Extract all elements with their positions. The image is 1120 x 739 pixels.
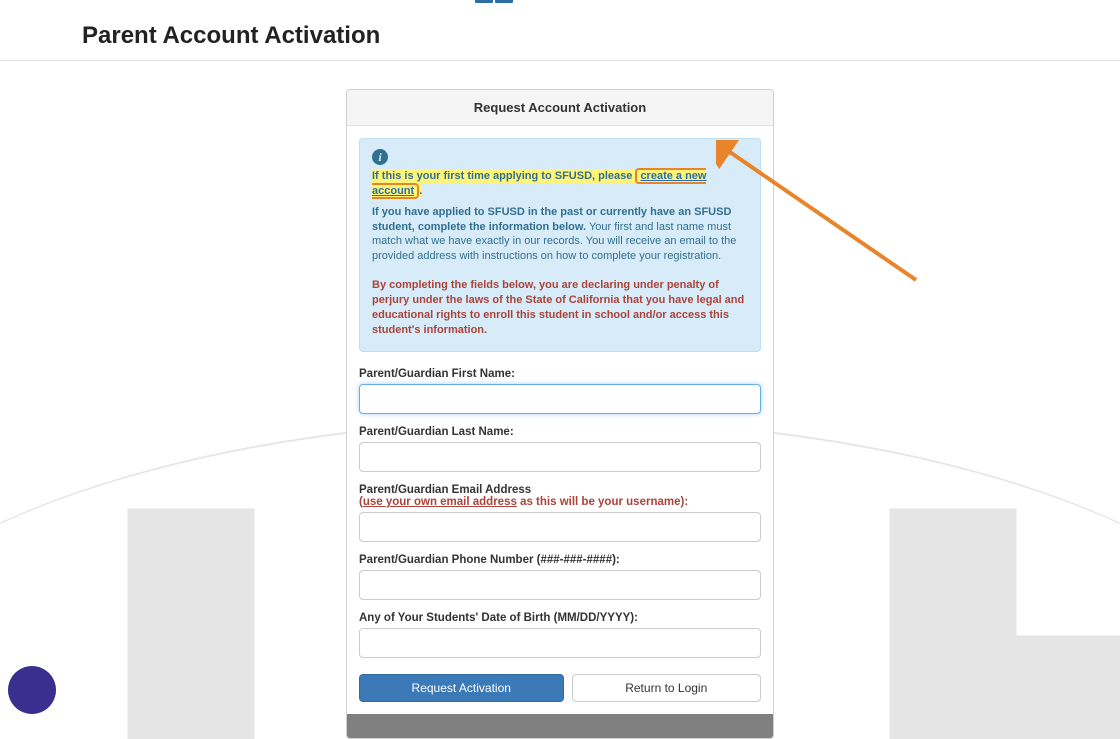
info-box: i If this is your first time applying to… bbox=[359, 138, 761, 352]
activation-card: Request Account Activation i If this is … bbox=[346, 89, 774, 739]
card-footer-bar bbox=[347, 714, 773, 738]
dob-label: Any of Your Students' Date of Birth (MM/… bbox=[359, 612, 761, 624]
email-label: Parent/Guardian Email Address (use your … bbox=[359, 484, 761, 508]
dob-input[interactable] bbox=[359, 628, 761, 658]
info-perjury-line: By completing the fields below, you are … bbox=[372, 278, 748, 337]
floating-action-icon[interactable] bbox=[8, 666, 56, 714]
info-first-time-line: If this is your first time applying to S… bbox=[372, 169, 706, 198]
last-name-label: Parent/Guardian Last Name: bbox=[359, 426, 761, 438]
card-header: Request Account Activation bbox=[347, 90, 773, 126]
request-activation-button[interactable]: Request Activation bbox=[359, 674, 564, 702]
phone-label: Parent/Guardian Phone Number (###-###-##… bbox=[359, 554, 761, 566]
email-input[interactable] bbox=[359, 512, 761, 542]
header-logo-area bbox=[0, 0, 1120, 4]
return-to-login-button[interactable]: Return to Login bbox=[572, 674, 762, 702]
page-title: Parent Account Activation bbox=[0, 4, 1120, 61]
book-icon bbox=[475, 0, 517, 6]
first-name-input[interactable] bbox=[359, 384, 761, 414]
first-name-label: Parent/Guardian First Name: bbox=[359, 368, 761, 380]
info-returning-line: If you have applied to SFUSD in the past… bbox=[372, 205, 748, 264]
last-name-input[interactable] bbox=[359, 442, 761, 472]
info-icon: i bbox=[372, 149, 388, 165]
phone-input[interactable] bbox=[359, 570, 761, 600]
